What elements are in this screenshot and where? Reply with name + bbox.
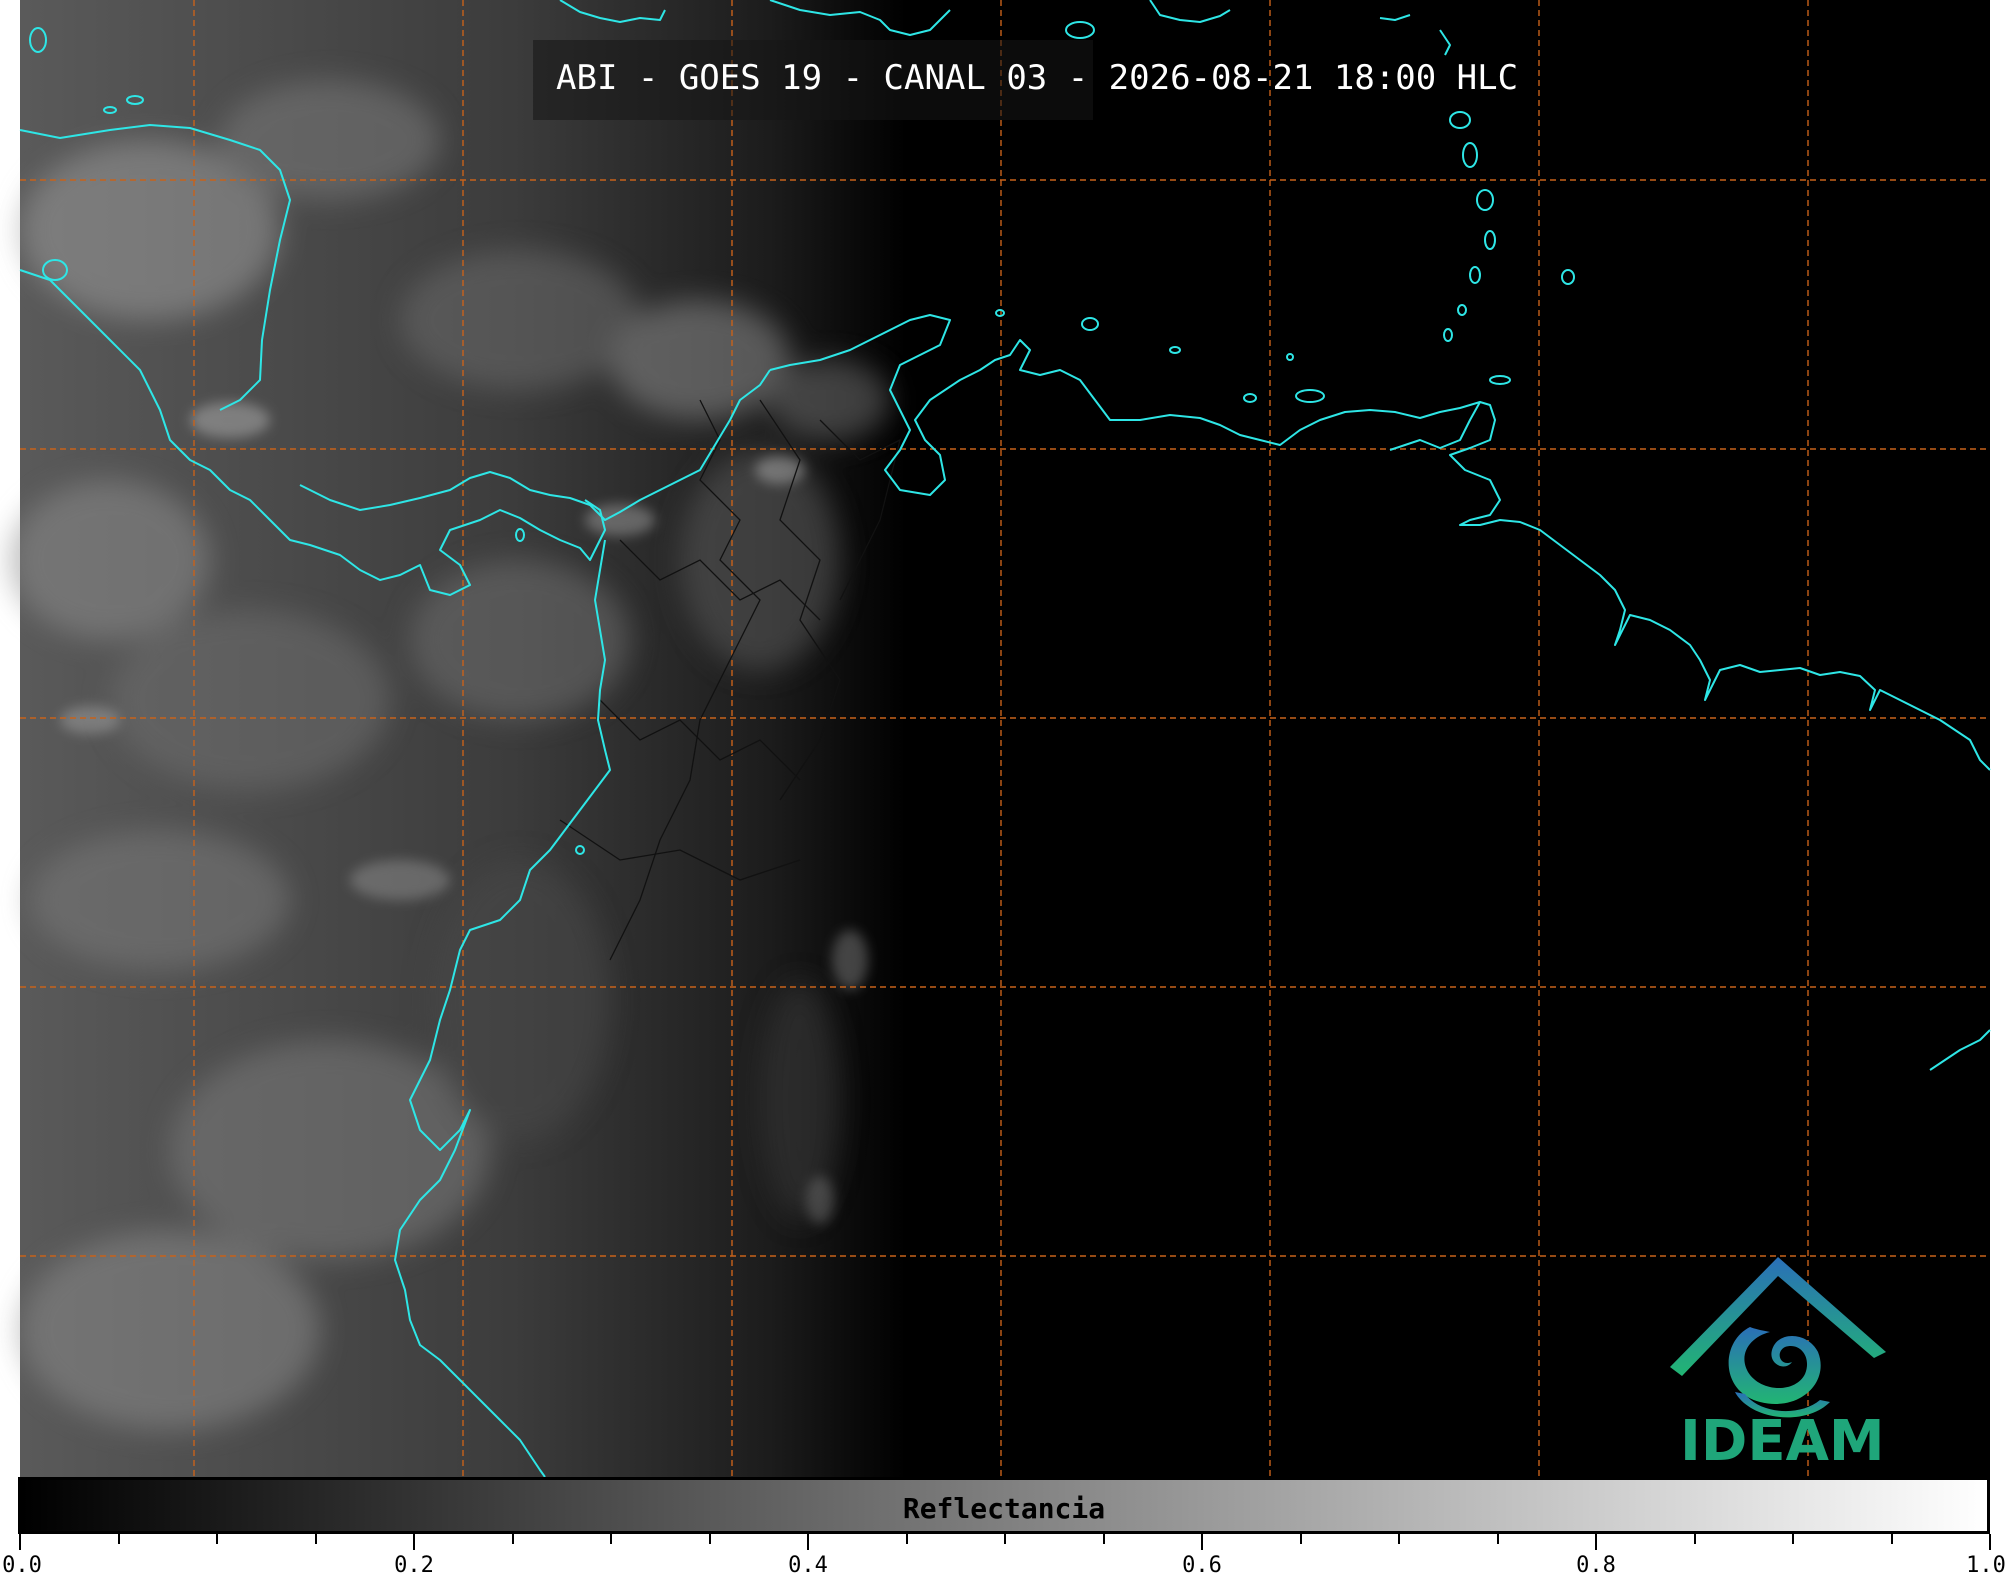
colorbar-minor-tick [610, 1534, 612, 1544]
colorbar-tick-label: 1.0 [1966, 1553, 2006, 1578]
colorbar-minor-tick [1102, 1534, 1105, 1544]
colorbar: Reflectancia [18, 1477, 1990, 1534]
colorbar-minor-tick [1004, 1534, 1006, 1544]
colorbar-tick-label: 0.0 [2, 1553, 42, 1578]
colorbar-minor-tick [1890, 1534, 1893, 1544]
map-title: ABI - GOES 19 - CANAL 03 - 2026-08-21 18… [556, 58, 1519, 98]
colorbar-tick-label: 0.2 [394, 1553, 434, 1578]
colorbar-major-tick [413, 1534, 415, 1550]
colorbar-major-tick [1201, 1534, 1203, 1550]
colorbar-minor-tick [905, 1534, 908, 1544]
colorbar-minor-tick [1792, 1534, 1794, 1544]
colorbar-minor-tick [314, 1534, 317, 1544]
colorbar-minor-tick [1496, 1534, 1499, 1544]
colorbar-minor-tick [1299, 1534, 1302, 1544]
colorbar-minor-tick [708, 1534, 711, 1544]
colorbar-label: Reflectancia [902, 1492, 1106, 1525]
colorbar-minor-tick [216, 1534, 218, 1544]
colorbar-minor-tick [1693, 1534, 1696, 1544]
logo-text: IDEAM [1680, 1409, 1885, 1474]
colorbar-tick-label: 0.8 [1576, 1553, 1616, 1578]
colorbar-minor-tick [1398, 1534, 1400, 1544]
colorbar-tick-label: 0.4 [788, 1553, 828, 1578]
colorbar-major-tick [1989, 1534, 1991, 1550]
colorbar-major-tick [1595, 1534, 1597, 1550]
colorbar-minor-tick [117, 1534, 120, 1544]
colorbar-tick-label: 0.6 [1182, 1553, 1222, 1578]
colorbar-minor-tick [511, 1534, 514, 1544]
colorbar-major-tick [19, 1534, 21, 1550]
colorbar-major-tick [807, 1534, 809, 1550]
